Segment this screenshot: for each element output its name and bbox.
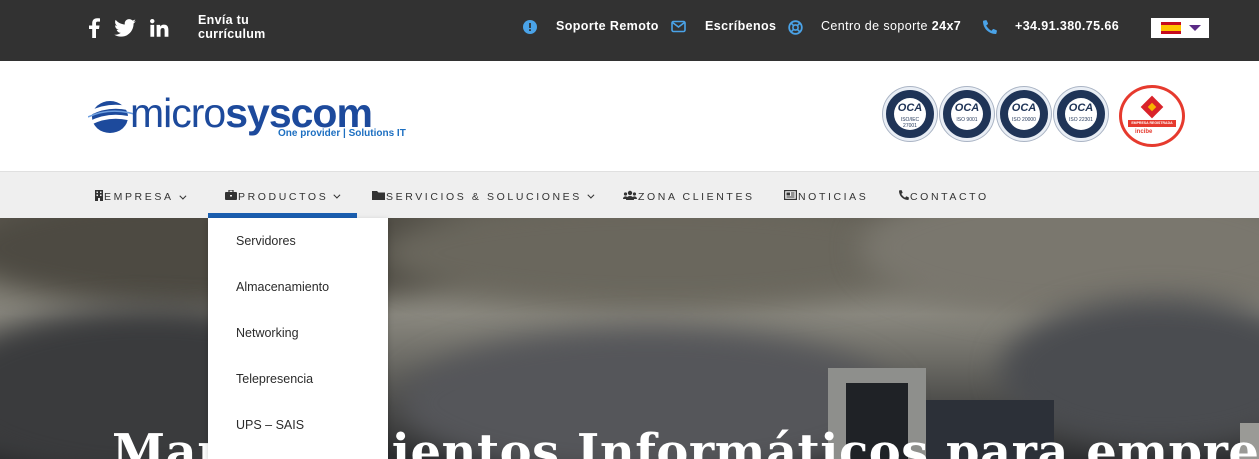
nav-label: NOTICIAS xyxy=(798,190,869,203)
seal-band: EMPRESA REGISTRADA xyxy=(1128,120,1176,127)
nav-item-servicios[interactable]: SERVICIOS & SOLUCIONES xyxy=(372,190,595,203)
cert-org: OCA xyxy=(897,102,923,114)
linkedin-icon[interactable] xyxy=(150,17,169,39)
newspaper-icon xyxy=(784,190,798,203)
site-header: microsyscom One provider | Solutions IT … xyxy=(0,61,1259,171)
cert-standard: ISO 20000 xyxy=(1012,117,1036,123)
spain-flag-icon xyxy=(1161,22,1181,34)
certifications: OCA ISO/IEC 27001 OCA ISO 9001 OCA ISO 2000… xyxy=(883,85,1193,151)
lifebuoy-icon xyxy=(788,20,803,40)
cert-standard: ISO/IEC 27001 xyxy=(900,117,920,129)
top-bar: Envía tu currículum Soporte Remoto Escrí… xyxy=(0,0,1259,61)
cv-link[interactable]: Envía tu currículum xyxy=(198,13,288,41)
briefcase-icon xyxy=(225,189,237,203)
phone-icon xyxy=(899,190,909,203)
nav-label: ZONA CLIENTES xyxy=(638,190,755,203)
nav-item-contacto[interactable]: CONTACTO xyxy=(899,190,989,203)
nav-label: PRODUCTOS xyxy=(238,190,329,203)
nav-label: SERVICIOS & SOLUCIONES xyxy=(386,190,582,203)
cert-badge: OCA ISO 22301 xyxy=(1054,87,1108,141)
nav-item-productos[interactable]: PRODUCTOS xyxy=(225,189,341,203)
phone-number[interactable]: +34.91.380.75.66 xyxy=(1015,19,1119,33)
incibe-seal: EMPRESA REGISTRADA incibe xyxy=(1119,85,1185,147)
chevron-down-icon xyxy=(587,191,595,199)
seal-brand: incibe xyxy=(1135,129,1153,135)
language-selector[interactable] xyxy=(1151,18,1209,38)
phone-icon xyxy=(983,20,997,39)
write-us-link[interactable]: Escríbenos xyxy=(705,19,776,33)
social-links xyxy=(88,17,169,39)
dropdown-item-ups-sais[interactable]: UPS – SAIS xyxy=(236,418,304,432)
info-icon xyxy=(523,20,537,39)
cert-standard: ISO 9001 xyxy=(956,117,978,123)
facebook-icon[interactable] xyxy=(88,17,100,39)
dropdown-item-telepresencia[interactable]: Telepresencia xyxy=(236,372,313,386)
folder-icon xyxy=(372,190,385,203)
nav-item-zona-clientes[interactable]: ZONA CLIENTES xyxy=(623,190,755,203)
hero-banner: Mantenimientos Informáticos para empresa… xyxy=(0,218,1259,459)
cert-org: OCA xyxy=(1068,102,1094,114)
logo-mark-icon xyxy=(88,101,134,133)
chevron-down-icon xyxy=(333,191,341,199)
users-icon xyxy=(623,190,637,203)
cert-standard: ISO 22301 xyxy=(1069,117,1093,123)
main-nav: EMPRESA PRODUCTOS SERVICIOS & SOLUCIONES… xyxy=(0,171,1259,218)
productos-dropdown: Servidores Almacenamiento Networking Tel… xyxy=(208,218,388,459)
cert-org: OCA xyxy=(954,102,980,114)
cert-badge: OCA ISO 20000 xyxy=(997,87,1051,141)
chevron-down-icon xyxy=(178,192,186,200)
cert-org: OCA xyxy=(1011,102,1037,114)
hero-cloud xyxy=(380,218,940,308)
remote-support-link[interactable]: Soporte Remoto xyxy=(556,19,659,33)
dropdown-item-servidores[interactable]: Servidores xyxy=(236,234,296,248)
dropdown-item-networking[interactable]: Networking xyxy=(236,326,299,340)
dropdown-item-almacenamiento[interactable]: Almacenamiento xyxy=(236,280,329,294)
nav-label: EMPRESA xyxy=(104,191,174,203)
support-center-link[interactable]: Centro de soporte 24x7 xyxy=(821,19,961,33)
envelope-icon xyxy=(671,20,686,38)
chevron-down-icon xyxy=(1189,25,1201,31)
cert-badge: OCA ISO 9001 xyxy=(940,87,994,141)
nav-item-empresa[interactable]: EMPRESA xyxy=(95,190,186,204)
logo-prefix: micro xyxy=(130,90,226,136)
logo[interactable]: microsyscom One provider | Solutions IT xyxy=(88,90,406,145)
building-icon xyxy=(95,190,103,204)
twitter-icon[interactable] xyxy=(114,17,136,39)
nav-label: CONTACTO xyxy=(910,190,989,203)
cert-badge: OCA ISO/IEC 27001 xyxy=(883,87,937,141)
nav-item-noticias[interactable]: NOTICIAS xyxy=(784,190,868,203)
logo-tagline: One provider | Solutions IT xyxy=(278,128,406,139)
